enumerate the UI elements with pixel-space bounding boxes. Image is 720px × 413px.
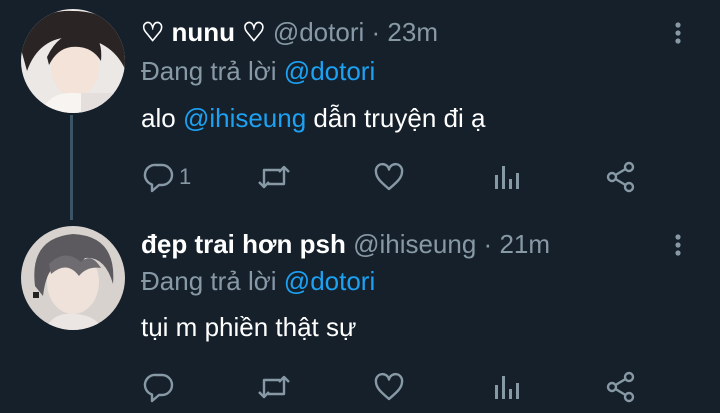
share-icon: [606, 371, 635, 403]
tweet-header: đẹp trai hơn psh @ihiseung · 21m: [141, 228, 550, 260]
replying-to-label: Đang trả lời: [141, 266, 277, 296]
timestamp[interactable]: 23m: [387, 17, 438, 47]
reply-button[interactable]: 1: [143, 160, 191, 194]
reply-icon: [143, 373, 174, 403]
tweet-actions: 1: [0, 160, 720, 194]
more-options-button[interactable]: [668, 18, 688, 48]
username-handle[interactable]: @ihiseung: [353, 229, 476, 259]
more-vertical-icon: [675, 22, 681, 44]
like-button[interactable]: [373, 370, 405, 404]
tweet-actions: [0, 370, 720, 404]
analytics-button[interactable]: [492, 370, 520, 404]
tweet-text-start: alo: [141, 103, 176, 133]
more-vertical-icon: [675, 234, 681, 256]
avatar-image: [21, 9, 125, 113]
avatar-nunu[interactable]: [21, 9, 125, 113]
more-options-button[interactable]: [668, 230, 688, 260]
tweet-text: alo @ihiseung dẫn truyện đi ạ: [141, 101, 485, 135]
conversation-thread: ♡ nunu ♡ @dotori · 23m Đang trả lời @dot…: [0, 0, 720, 413]
separator-dot: ·: [371, 17, 381, 47]
tweet-2[interactable]: đẹp trai hơn psh @ihiseung · 21m Đang tr…: [0, 220, 720, 413]
replying-to: Đang trả lời @dotori: [141, 265, 375, 297]
like-button[interactable]: [373, 160, 405, 194]
heart-icon: [374, 162, 404, 191]
separator-dot: ·: [483, 229, 493, 259]
timestamp[interactable]: 21m: [499, 229, 550, 259]
heart-icon: [374, 372, 404, 401]
reply-count: 1: [179, 164, 192, 189]
replying-to: Đang trả lời @dotori: [141, 55, 375, 87]
reply-button[interactable]: [143, 370, 179, 404]
share-icon: [606, 161, 635, 193]
analytics-button[interactable]: [492, 160, 520, 194]
display-name[interactable]: đẹp trai hơn psh: [141, 229, 346, 259]
avatar-ihiseung[interactable]: [21, 226, 125, 330]
replying-to-mention[interactable]: @dotori: [284, 266, 375, 296]
share-button[interactable]: [605, 370, 637, 404]
tweet-text-end: dẫn truyện đi ạ: [313, 103, 486, 133]
username-handle[interactable]: @dotori: [273, 17, 364, 47]
share-button[interactable]: [605, 160, 637, 194]
retweet-button[interactable]: [257, 370, 291, 404]
avatar-image: [21, 226, 125, 330]
tweet-1[interactable]: ♡ nunu ♡ @dotori · 23m Đang trả lời @dot…: [0, 0, 720, 220]
display-name[interactable]: ♡ nunu ♡: [141, 17, 266, 47]
retweet-icon: [258, 375, 290, 399]
replying-to-mention[interactable]: @dotori: [284, 56, 375, 86]
replying-to-label: Đang trả lời: [141, 56, 277, 86]
tweet-text-mention[interactable]: @ihiseung: [183, 103, 306, 133]
analytics-icon: [495, 166, 519, 189]
retweet-button[interactable]: [257, 160, 291, 194]
retweet-icon: [258, 165, 290, 189]
analytics-icon: [495, 376, 519, 399]
tweet-text: tụi m phiền thật sự: [141, 312, 357, 342]
reply-icon: [143, 163, 174, 193]
tweet-header: ♡ nunu ♡ @dotori · 23m: [141, 16, 438, 48]
